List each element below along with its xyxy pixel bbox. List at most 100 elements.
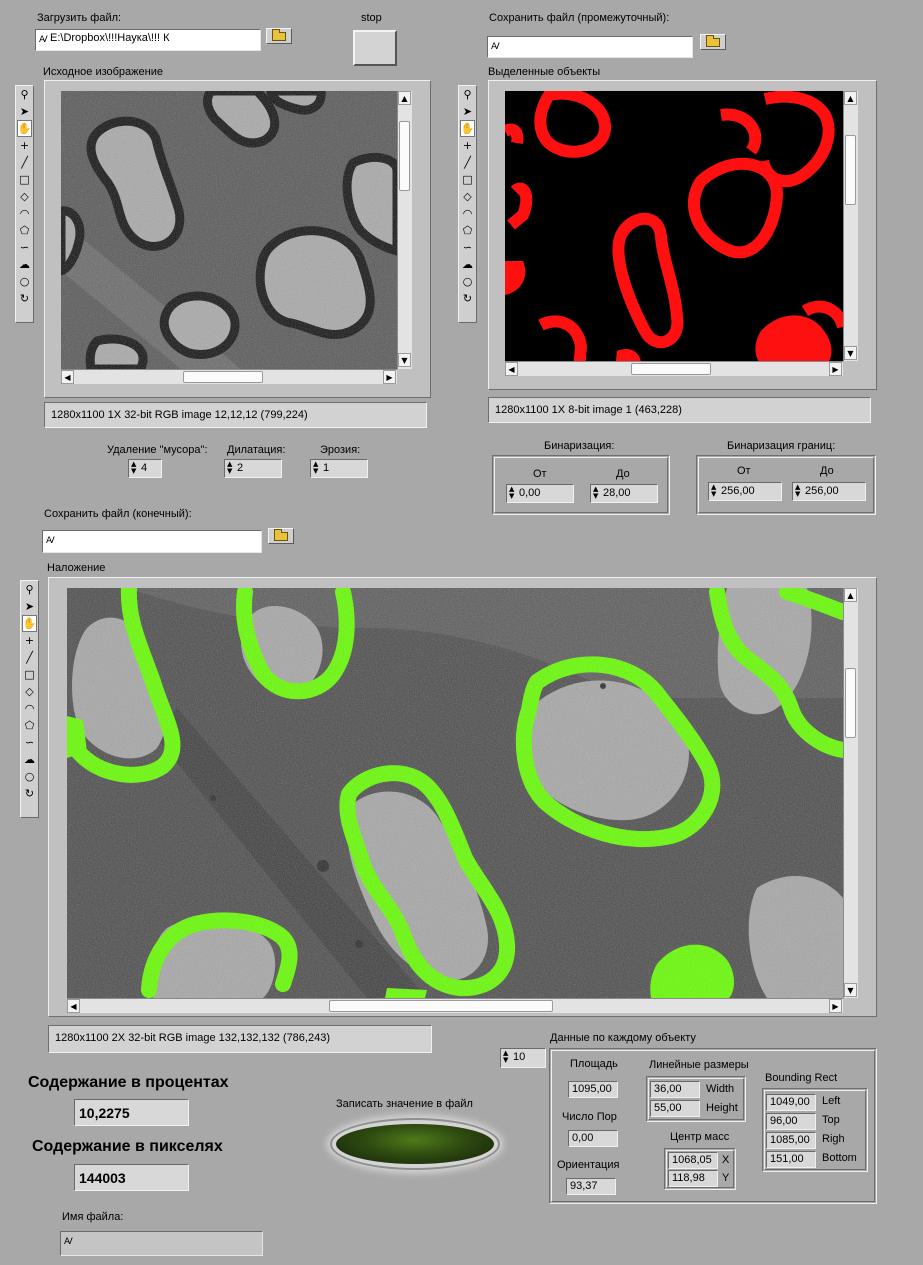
content-percent-label: Содержание в процентах	[28, 1074, 229, 1091]
save-final-path-input[interactable]: Ꜹ	[42, 530, 262, 553]
save-intermediate-browse-button[interactable]	[700, 34, 726, 50]
scroll-down-icon[interactable]: ▼	[844, 346, 857, 360]
pan-icon[interactable]: ✋	[460, 120, 475, 137]
overlay-image-hscroll-thumb[interactable]	[329, 1000, 553, 1012]
polygon-icon[interactable]: ⬠	[22, 717, 37, 734]
polygon-icon[interactable]: ⬠	[460, 222, 475, 239]
line-tool-icon[interactable]: ╱	[460, 154, 475, 171]
load-file-path-input[interactable]: Ꜹ E:\Dropbox\!!!Наука\!!! К	[35, 29, 261, 51]
rotated-rect-icon[interactable]: ◇	[22, 683, 37, 700]
oval-icon[interactable]: ○	[460, 273, 475, 290]
scroll-right-icon[interactable]: ▶	[829, 999, 842, 1013]
save-intermediate-path-input[interactable]: Ꜹ	[487, 36, 693, 58]
write-to-file-button[interactable]	[336, 1124, 494, 1164]
binarization-to-input[interactable]: ▲ ▼ 28,00	[590, 484, 658, 503]
edge-binarization-from-input[interactable]: ▲ ▼ 256,00	[708, 482, 782, 501]
folder-icon	[706, 34, 720, 47]
load-file-browse-button[interactable]	[266, 28, 292, 44]
rectangle-tool-icon[interactable]: □	[17, 171, 32, 188]
freehand-icon[interactable]: ∽	[17, 239, 32, 256]
orientation-label: Ориентация	[557, 1159, 620, 1171]
objects-image-vscroll-thumb[interactable]	[845, 135, 856, 205]
edge-binarization-to-input[interactable]: ▲ ▼ 256,00	[792, 482, 866, 501]
source-image-vscrollbar[interactable]: ▲ ▼	[397, 91, 412, 369]
freehand-region-icon[interactable]: ☁	[22, 751, 37, 768]
overlay-image-hscrollbar[interactable]: ◀ ▶	[67, 998, 843, 1013]
rotation-icon[interactable]: ↻	[460, 290, 475, 307]
crosshair-icon[interactable]: +	[460, 137, 475, 154]
pan-icon[interactable]: ✋	[22, 615, 37, 632]
binarization-from-input[interactable]: ▲ ▼ 0,00	[506, 484, 574, 503]
zoom-icon[interactable]: ⚲	[17, 86, 32, 103]
scroll-down-icon[interactable]: ▼	[398, 353, 411, 367]
rectangle-tool-icon[interactable]: □	[460, 171, 475, 188]
rotation-icon[interactable]: ↻	[17, 290, 32, 307]
spin-arrows-icon[interactable]: ▲ ▼	[503, 1050, 508, 1064]
edge-binarization-to-value: 256,00	[805, 485, 839, 497]
pointer-icon[interactable]: ➤	[460, 103, 475, 120]
spin-arrows-icon[interactable]: ▲ ▼	[313, 461, 318, 475]
pointer-icon[interactable]: ➤	[17, 103, 32, 120]
spin-arrows-icon[interactable]: ▲ ▼	[131, 461, 136, 475]
zoom-icon[interactable]: ⚲	[460, 86, 475, 103]
scroll-left-icon[interactable]: ◀	[505, 362, 518, 376]
scroll-right-icon[interactable]: ▶	[829, 362, 842, 376]
objects-image-canvas[interactable]	[505, 91, 843, 369]
load-file-path-value: E:\Dropbox\!!!Наука\!!! К	[50, 32, 170, 44]
overlay-image-toolbar: ⚲ ➤ ✋ + ╱ □ ◇ ◠ ⬠ ∽ ☁ ○ ↻	[20, 580, 39, 818]
pointer-icon[interactable]: ➤	[22, 598, 37, 615]
spin-arrows-icon[interactable]: ▲ ▼	[509, 486, 514, 500]
rotated-rect-icon[interactable]: ◇	[17, 188, 32, 205]
polygon-icon[interactable]: ⬠	[17, 222, 32, 239]
scroll-right-icon[interactable]: ▶	[383, 370, 396, 384]
scroll-up-icon[interactable]: ▲	[844, 588, 857, 602]
freehand-icon[interactable]: ∽	[460, 239, 475, 256]
freehand-region-icon[interactable]: ☁	[460, 256, 475, 273]
save-final-browse-button[interactable]	[268, 528, 294, 544]
binarization-to-label: До	[616, 468, 630, 480]
path-prefix-icon: Ꜹ	[64, 1237, 73, 1247]
annulus-icon[interactable]: ◠	[460, 205, 475, 222]
scroll-up-icon[interactable]: ▲	[844, 91, 857, 105]
stop-button[interactable]	[353, 30, 397, 66]
overlay-image-vscroll-thumb[interactable]	[845, 668, 856, 738]
overlay-image-canvas[interactable]	[67, 588, 843, 998]
crosshair-icon[interactable]: +	[22, 632, 37, 649]
rotation-icon[interactable]: ↻	[22, 785, 37, 802]
scroll-left-icon[interactable]: ◀	[61, 370, 74, 384]
oval-icon[interactable]: ○	[17, 273, 32, 290]
pores-value: 0,00	[568, 1130, 618, 1147]
scroll-left-icon[interactable]: ◀	[67, 999, 80, 1013]
objects-image-hscroll-thumb[interactable]	[631, 363, 711, 375]
rotated-rect-icon[interactable]: ◇	[460, 188, 475, 205]
scroll-down-icon[interactable]: ▼	[844, 983, 857, 997]
overlay-image-vscrollbar[interactable]: ▲ ▼	[843, 588, 858, 998]
erosion-value: 1	[323, 462, 330, 474]
source-image-hscroll-thumb[interactable]	[183, 371, 263, 383]
debris-input[interactable]: ▲ ▼ 4	[128, 459, 162, 478]
spin-arrows-icon[interactable]: ▲ ▼	[795, 484, 800, 498]
spin-arrows-icon[interactable]: ▲ ▼	[593, 486, 598, 500]
pan-icon[interactable]: ✋	[17, 120, 32, 137]
annulus-icon[interactable]: ◠	[22, 700, 37, 717]
scroll-up-icon[interactable]: ▲	[398, 91, 411, 105]
source-image-canvas[interactable]	[61, 91, 397, 369]
spin-arrows-icon[interactable]: ▲ ▼	[711, 484, 716, 498]
rectangle-tool-icon[interactable]: □	[22, 666, 37, 683]
crosshair-icon[interactable]: +	[17, 137, 32, 154]
line-tool-icon[interactable]: ╱	[17, 154, 32, 171]
line-tool-icon[interactable]: ╱	[22, 649, 37, 666]
source-image-hscrollbar[interactable]: ◀ ▶	[61, 369, 397, 384]
spin-arrows-icon[interactable]: ▲ ▼	[227, 461, 232, 475]
zoom-icon[interactable]: ⚲	[22, 581, 37, 598]
freehand-region-icon[interactable]: ☁	[17, 256, 32, 273]
object-index-input[interactable]: ▲ ▼ 10	[500, 1048, 546, 1068]
oval-icon[interactable]: ○	[22, 768, 37, 785]
freehand-icon[interactable]: ∽	[22, 734, 37, 751]
dilation-input[interactable]: ▲ ▼ 2	[224, 459, 282, 478]
source-image-vscroll-thumb[interactable]	[399, 121, 410, 191]
objects-image-vscrollbar[interactable]: ▲ ▼	[843, 91, 858, 361]
objects-image-hscrollbar[interactable]: ◀ ▶	[505, 361, 843, 376]
annulus-icon[interactable]: ◠	[17, 205, 32, 222]
erosion-input[interactable]: ▲ ▼ 1	[310, 459, 368, 478]
